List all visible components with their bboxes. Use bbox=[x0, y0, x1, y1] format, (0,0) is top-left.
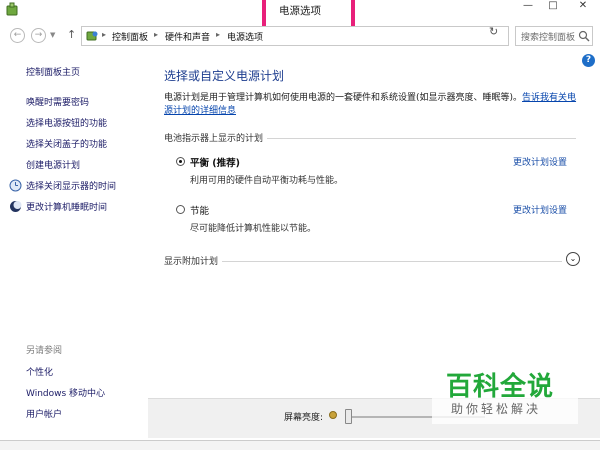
see-also-user-accounts[interactable]: 用户帐户 bbox=[26, 407, 62, 420]
section-divider bbox=[164, 261, 562, 262]
refresh-button[interactable]: ↻ bbox=[489, 25, 498, 38]
control-panel-icon bbox=[86, 31, 98, 41]
see-also-heading: 另请参阅 bbox=[26, 346, 63, 356]
refresh-icon: ↻ bbox=[489, 25, 499, 38]
maximize-button[interactable]: □ bbox=[542, 0, 564, 14]
task-link-power-button[interactable]: 选择电源按钮的功能 bbox=[26, 116, 107, 129]
show-additional-plans-label[interactable]: 显示附加计划 bbox=[164, 254, 223, 267]
plan-power-saver-description: 尽可能降低计算机性能以节能。 bbox=[190, 224, 317, 234]
see-also-mobility-center[interactable]: Windows 移动中心 bbox=[26, 386, 105, 399]
search-placeholder: 搜索控制面板 bbox=[521, 33, 576, 43]
breadcrumb-separator[interactable]: ▸ bbox=[216, 30, 220, 39]
watermark-title: 百科全说 bbox=[446, 372, 555, 402]
screen-brightness-label: 屏幕亮度: bbox=[284, 413, 324, 423]
arrow-left-icon: ← bbox=[13, 30, 22, 40]
recent-pages-dropdown[interactable]: ▼ bbox=[50, 31, 55, 39]
brightness-slider-thumb[interactable] bbox=[345, 409, 352, 424]
battery-plans-label: 电池指示器上显示的计划 bbox=[164, 131, 268, 144]
breadcrumb-separator[interactable]: ▸ bbox=[154, 30, 158, 39]
left-task-pane: 控制面板主页 唤醒时需要密码 选择电源按钮的功能 选择关闭盖子的功能 创建电源计… bbox=[0, 49, 150, 441]
watermark-subtitle: 助你轻松解决 bbox=[451, 402, 542, 416]
help-icon[interactable]: ? bbox=[582, 54, 595, 67]
plan-balanced-description: 利用可用的硬件自动平衡功耗与性能。 bbox=[190, 176, 344, 186]
search-icon bbox=[578, 30, 590, 42]
task-link-wake-password[interactable]: 唤醒时需要密码 bbox=[26, 95, 89, 108]
breadcrumb-control-panel[interactable]: 控制面板 bbox=[112, 30, 148, 43]
monitor-clock-icon bbox=[9, 179, 22, 192]
forward-button[interactable]: → bbox=[31, 28, 46, 43]
see-also-personalization[interactable]: 个性化 bbox=[26, 365, 53, 378]
brightness-sun-icon bbox=[329, 411, 337, 419]
description-text: 电源计划是用于管理计算机如何使用电源的一套硬件和系统设置(如显示器亮度、睡眠等)… bbox=[164, 93, 523, 103]
close-button[interactable]: ✕ bbox=[566, 0, 600, 14]
chevron-down-icon: ⌄ bbox=[569, 254, 577, 263]
breadcrumb-hardware-sound[interactable]: 硬件和声音 bbox=[165, 30, 210, 43]
task-link-display-off-time[interactable]: 选择关闭显示器的时间 bbox=[26, 179, 116, 192]
arrow-right-icon: → bbox=[34, 30, 43, 40]
moon-icon bbox=[10, 201, 22, 212]
task-link-create-plan[interactable]: 创建电源计划 bbox=[26, 158, 80, 171]
breadcrumb-power-options[interactable]: 电源选项 bbox=[227, 30, 263, 43]
plan-balanced-name[interactable]: 平衡 (推荐) bbox=[190, 155, 240, 169]
battery-plans-section-header: 电池指示器上显示的计划 bbox=[164, 131, 576, 145]
expand-additional-plans-button[interactable]: ⌄ bbox=[566, 252, 580, 266]
plan-balanced-radio[interactable] bbox=[176, 157, 185, 166]
plan-power-saver-name[interactable]: 节能 bbox=[190, 203, 209, 217]
minimize-button[interactable]: — bbox=[517, 0, 539, 14]
address-field[interactable]: ▸ 控制面板 ▸ 硬件和声音 ▸ 电源选项 ⌄ bbox=[81, 26, 559, 46]
arrow-up-icon: ↑ bbox=[67, 28, 77, 41]
window-bottom-edge bbox=[0, 440, 600, 450]
breadcrumb-separator[interactable]: ▸ bbox=[102, 30, 106, 39]
page-description: 电源计划是用于管理计算机如何使用电源的一套硬件和系统设置(如显示器亮度、睡眠等)… bbox=[164, 92, 580, 118]
plan-power-saver-radio[interactable] bbox=[176, 205, 185, 214]
back-button[interactable]: ← bbox=[10, 28, 25, 43]
address-bar: ← → ▼ ↑ ▸ 控制面板 ▸ 硬件和声音 ▸ 电源选项 ⌄ ↻ 搜索控制面板 bbox=[0, 24, 600, 48]
show-additional-plans-header[interactable]: 显示附加计划 bbox=[164, 252, 580, 268]
control-panel-home-link[interactable]: 控制面板主页 bbox=[26, 65, 80, 78]
plan-balanced-change-settings-link[interactable]: 更改计划设置 bbox=[513, 155, 567, 168]
page-title: 选择或自定义电源计划 bbox=[164, 69, 285, 83]
task-link-sleep-time[interactable]: 更改计算机睡眠时间 bbox=[26, 200, 107, 213]
up-button[interactable]: ↑ bbox=[67, 28, 76, 41]
search-control-panel[interactable]: 搜索控制面板 bbox=[515, 26, 593, 46]
plan-power-saver-change-settings-link[interactable]: 更改计划设置 bbox=[513, 203, 567, 216]
task-link-lid-close[interactable]: 选择关闭盖子的功能 bbox=[26, 137, 107, 150]
